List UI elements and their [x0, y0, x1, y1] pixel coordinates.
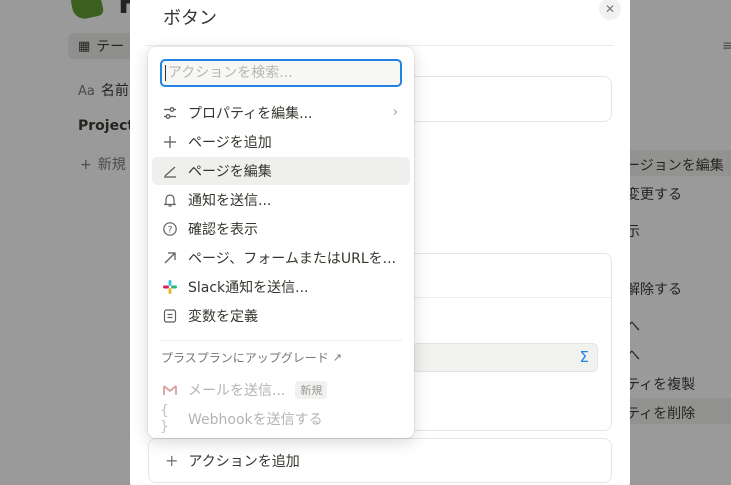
- sigma-icon: Σ: [579, 348, 589, 366]
- new-badge: 新規: [295, 381, 328, 399]
- svg-text:?: ?: [168, 225, 173, 235]
- menu-item-define-variable[interactable]: 変数を定義: [152, 302, 410, 330]
- upgrade-label: プラスプランにアップグレード: [161, 351, 329, 365]
- menu-item-label: Slack通知を送信...: [188, 280, 309, 296]
- action-dropdown: プロパティを編集... › ページを追加 ページを編集 通知を送信... ? 確…: [148, 47, 414, 438]
- menu-item-label: ページを編集: [188, 164, 272, 180]
- menu-item-edit-page[interactable]: ページを編集: [152, 157, 410, 185]
- gmail-icon: [160, 380, 180, 400]
- slack-icon: [160, 277, 180, 297]
- action-search-input[interactable]: [160, 59, 402, 87]
- formula-field[interactable]: Σ: [412, 343, 598, 372]
- menu-item-label: プロパティを編集...: [188, 106, 313, 122]
- pencil-icon: [160, 161, 180, 181]
- menu-item-send-notification[interactable]: 通知を送信...: [152, 186, 410, 214]
- variable-icon: [160, 306, 180, 326]
- menu-item-slack[interactable]: Slack通知を送信...: [152, 273, 410, 301]
- arrow-up-right-icon: [160, 248, 180, 268]
- chevron-right-icon: ›: [392, 105, 398, 120]
- modal-title: ボタン: [163, 8, 217, 29]
- add-action-label: アクションを追加: [188, 453, 300, 470]
- plus-icon: +: [165, 451, 179, 470]
- menu-item-send-email[interactable]: メールを送信... 新規: [152, 376, 410, 404]
- menu-item-label: 確認を表示: [188, 222, 258, 238]
- menu-item-label: ページ、フォームまたはURLを...: [188, 251, 397, 267]
- sliders-icon: [160, 103, 180, 123]
- text-caret: [165, 65, 166, 81]
- menu-item-send-webhook[interactable]: { } Webhookを送信する: [152, 403, 410, 435]
- menu-item-label: 通知を送信...: [188, 193, 272, 209]
- menu-item-open-page[interactable]: ページ、フォームまたはURLを...: [152, 244, 410, 272]
- menu-item-show-confirmation[interactable]: ? 確認を表示: [152, 215, 410, 243]
- menu-item-label: ページを追加: [188, 135, 272, 151]
- menu-item-label: メールを送信...: [188, 383, 286, 399]
- close-icon[interactable]: ✕: [599, 0, 621, 20]
- menu-item-label: 変数を定義: [188, 309, 258, 325]
- bell-icon: [160, 190, 180, 210]
- braces-icon: { }: [160, 403, 169, 435]
- menu-item-add-page[interactable]: ページを追加: [152, 128, 410, 156]
- add-action-button[interactable]: + アクションを追加: [148, 438, 612, 483]
- menu-item-label: Webhookを送信する: [188, 412, 323, 428]
- modal-divider: [146, 45, 614, 46]
- upgrade-link[interactable]: プラスプランにアップグレード ↗: [161, 349, 342, 366]
- question-circle-icon: ?: [160, 219, 180, 239]
- menu-item-edit-property[interactable]: プロパティを編集... ›: [152, 99, 410, 127]
- arrow-up-right-icon: ↗: [332, 351, 342, 364]
- menu-separator: [160, 340, 402, 341]
- plus-icon: [160, 132, 180, 152]
